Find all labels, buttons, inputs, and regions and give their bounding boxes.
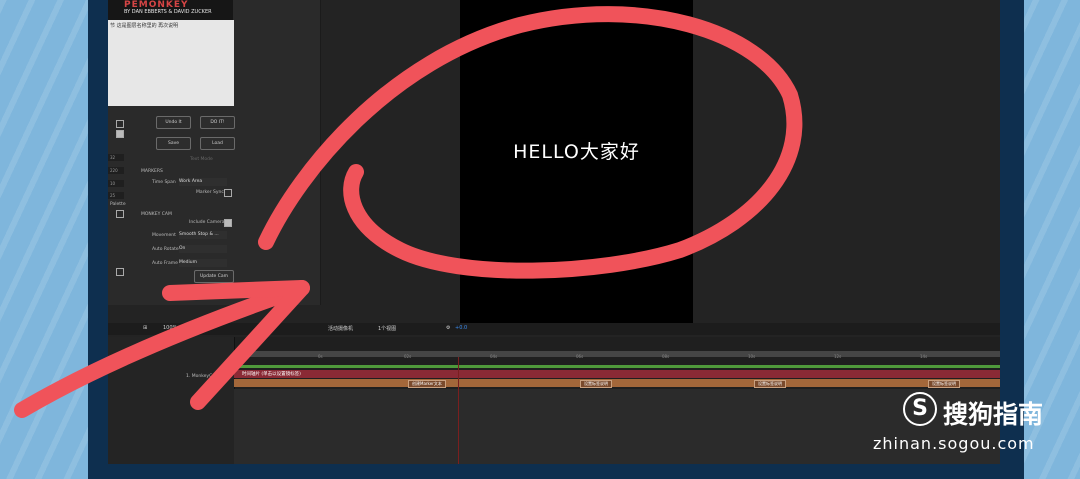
layer-list: 1. MonkeyC	[108, 337, 235, 464]
watermark-title: 搜狗指南	[943, 400, 1044, 429]
camera-dropdown[interactable]: 活动摄像机	[328, 325, 353, 332]
plugin-logo-byline: BY DAN EBBERTS & DAVID ZUCKER	[124, 9, 212, 15]
auto-rotate-label: Auto Rotate	[152, 247, 179, 252]
viewer-toolbar: ⊞ 100% 活动摄像机 1个视图 ⚙ +0.0	[108, 323, 1000, 335]
exposure-value[interactable]: +0.0	[455, 325, 467, 331]
marker-chip[interactable]: 设置标签说明	[754, 380, 786, 388]
undo-button[interactable]: Undo It	[156, 116, 191, 129]
work-area-bar[interactable]	[234, 365, 1000, 368]
ruler-tick: 10s	[748, 354, 756, 359]
layer-bar[interactable]: 时间轴片 (单击以设置镜标签)	[234, 370, 1000, 378]
marker-sync-checkbox[interactable]	[224, 189, 232, 197]
palette-label: Palette	[110, 202, 126, 207]
side-field-4[interactable]: 25	[108, 192, 124, 199]
save-button[interactable]: Save	[156, 137, 191, 150]
text-mode-label: Text Mode	[190, 157, 213, 162]
update-cam-button[interactable]: Update Cam	[194, 270, 234, 283]
zoom-dropdown[interactable]: 100%	[163, 325, 177, 331]
notes-textarea[interactable]: 节 这是图层名称里的 再次说明	[108, 20, 234, 106]
ruler-tick: 14s	[920, 354, 928, 359]
marker-chip[interactable]: 创建Marker文本	[408, 380, 446, 388]
gear-icon[interactable]: ⚙	[446, 325, 450, 331]
composition-text: HELLO大家好	[513, 141, 640, 163]
plugin-panel: PEMONKEY BY DAN EBBERTS & DAVID ZUCKER 节…	[108, 0, 321, 305]
include-camera-checkbox[interactable]	[224, 219, 232, 227]
auto-frame-label: Auto Frame	[152, 261, 178, 266]
auto-frame-dropdown[interactable]: Medium	[179, 259, 227, 267]
auto-rotate-dropdown[interactable]: On	[179, 245, 227, 253]
ruler-tick: 02s	[404, 354, 412, 359]
option-checkbox-1[interactable]	[116, 120, 124, 128]
load-button[interactable]: Load	[200, 137, 235, 150]
ruler-tick: 12s	[834, 354, 842, 359]
after-effects-screen: PEMONKEY BY DAN EBBERTS & DAVID ZUCKER 节…	[108, 0, 1000, 464]
include-camera-label: Include Camera	[189, 220, 225, 225]
side-field-2[interactable]: 220	[108, 167, 124, 174]
time-span-label: Time Span	[152, 180, 176, 185]
views-dropdown[interactable]: 1个视图	[378, 325, 396, 332]
option-checkbox-3[interactable]	[116, 268, 124, 276]
do-it-button[interactable]: DO IT!	[200, 116, 235, 129]
time-span-dropdown[interactable]: Work Area	[179, 178, 227, 186]
side-field-1[interactable]: 32	[108, 154, 124, 161]
ruler-tick: 04s	[490, 354, 498, 359]
ruler-tick: 06s	[576, 354, 584, 359]
palette-swatch[interactable]	[116, 210, 124, 218]
layer-name[interactable]: 1. MonkeyC	[186, 374, 212, 379]
marker-track[interactable]	[234, 379, 1000, 387]
sogou-logo-icon: S	[903, 392, 937, 426]
movement-label: Movement	[152, 233, 176, 238]
time-ruler[interactable]	[234, 351, 1000, 357]
playhead[interactable]	[458, 357, 459, 464]
track-label: 时间轴片 (单击以设置镜标签)	[242, 372, 301, 377]
marker-chip[interactable]: 设置标签说明	[928, 380, 960, 388]
ruler-tick: 08s	[662, 354, 670, 359]
plugin-logo: PEMONKEY BY DAN EBBERTS & DAVID ZUCKER	[108, 0, 233, 20]
plugin-logo-title: PEMONKEY	[124, 0, 189, 10]
markers-heading: MARKERS	[141, 169, 163, 174]
composition-viewer[interactable]: HELLO大家好	[460, 0, 693, 323]
side-field-3[interactable]: 10	[108, 180, 124, 187]
marker-chip[interactable]: 设置标签说明	[580, 380, 612, 388]
timeline-panel: 1. MonkeyC 0s 02s 04s 06s 08s 10s 12s 14…	[108, 337, 1000, 464]
option-checkbox-2[interactable]	[116, 130, 124, 138]
ruler-tick: 0s	[318, 354, 323, 359]
movement-dropdown[interactable]: Smooth Stop & ...	[179, 231, 227, 239]
grid-icon[interactable]: ⊞	[143, 325, 147, 331]
monkey-cam-heading: MONKEY CAM	[141, 212, 172, 217]
watermark-url: zhinan.sogou.com	[873, 434, 1035, 453]
marker-sync-label: Marker Sync	[196, 190, 224, 195]
